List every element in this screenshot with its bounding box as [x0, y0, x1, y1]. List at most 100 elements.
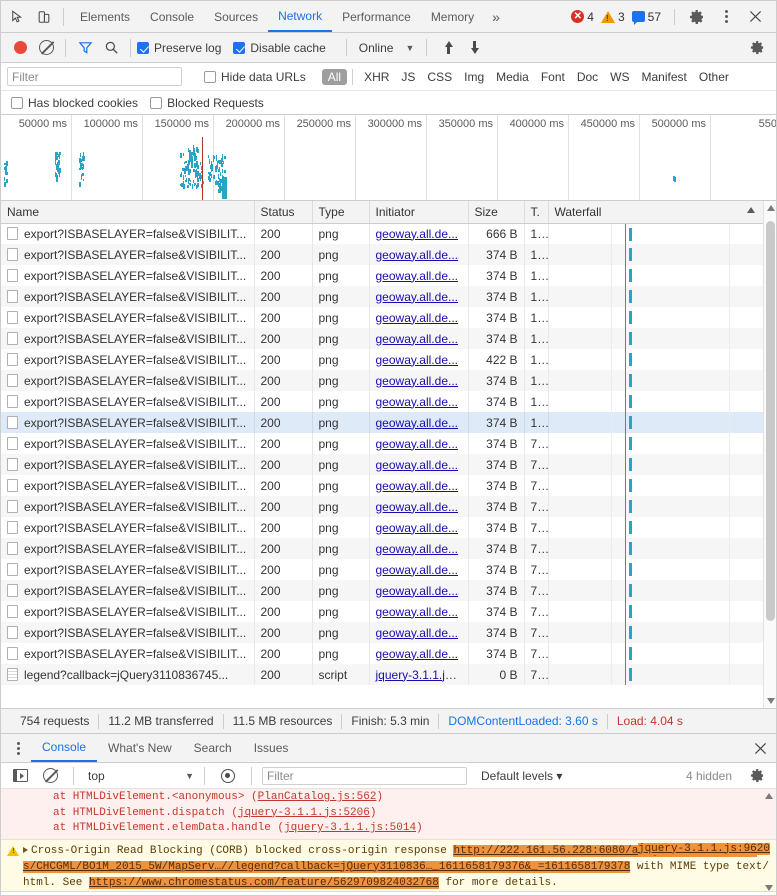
initiator-link[interactable]: geoway.all.de... [376, 248, 459, 262]
console-settings-gear-icon[interactable] [744, 763, 770, 789]
table-row[interactable]: export?ISBASELAYER=false&VISIBILIT...200… [1, 370, 776, 391]
table-row[interactable]: export?ISBASELAYER=false&VISIBILIT...200… [1, 559, 776, 580]
table-row[interactable]: export?ISBASELAYER=false&VISIBILIT...200… [1, 601, 776, 622]
network-overview-timeline[interactable]: 50000 ms100000 ms150000 ms200000 ms25000… [1, 115, 776, 201]
col-header-type[interactable]: Type [312, 201, 369, 223]
expand-arrow-icon[interactable] [23, 847, 28, 853]
table-row[interactable]: export?ISBASELAYER=false&VISIBILIT...200… [1, 433, 776, 454]
corb-chromestatus-link[interactable]: https://www.chromestatus.com/feature/562… [89, 877, 439, 889]
console-context-selector[interactable]: top ▼ [84, 769, 194, 783]
table-row[interactable]: export?ISBASELAYER=false&VISIBILIT...200… [1, 265, 776, 286]
table-row[interactable]: export?ISBASELAYER=false&VISIBILIT...200… [1, 622, 776, 643]
more-tabs-button[interactable]: » [484, 9, 508, 25]
clear-network-log-button[interactable] [33, 35, 59, 61]
initiator-link[interactable]: geoway.all.de... [376, 290, 459, 304]
initiator-link[interactable]: geoway.all.de... [376, 542, 459, 556]
table-row[interactable]: export?ISBASELAYER=false&VISIBILIT...200… [1, 391, 776, 412]
initiator-link[interactable]: geoway.all.de... [376, 563, 459, 577]
drawer-tab-issues[interactable]: Issues [243, 734, 300, 762]
tab-elements[interactable]: Elements [70, 1, 140, 32]
search-icon[interactable] [98, 35, 124, 61]
initiator-link[interactable]: geoway.all.de... [376, 500, 459, 514]
initiator-link[interactable]: geoway.all.de... [376, 437, 459, 451]
initiator-link[interactable]: geoway.all.de... [376, 353, 459, 367]
scroll-down-icon[interactable] [767, 698, 775, 704]
kebab-menu-icon[interactable] [713, 4, 739, 30]
import-har-icon[interactable] [435, 35, 461, 61]
table-row[interactable]: export?ISBASELAYER=false&VISIBILIT...200… [1, 244, 776, 265]
table-row[interactable]: export?ISBASELAYER=false&VISIBILIT...200… [1, 223, 776, 244]
tab-sources[interactable]: Sources [204, 1, 268, 32]
hide-data-urls-checkbox[interactable]: Hide data URLs [204, 70, 306, 84]
preserve-log-checkbox[interactable]: Preserve log [137, 41, 221, 55]
inspect-element-icon[interactable] [5, 4, 31, 30]
warning-counter[interactable]: 3 [601, 10, 625, 24]
type-filter-doc[interactable]: Doc [571, 69, 604, 85]
type-filter-manifest[interactable]: Manifest [636, 69, 693, 85]
type-filter-all[interactable]: All [322, 69, 347, 85]
disable-cache-checkbox[interactable]: Disable cache [233, 41, 325, 55]
table-row[interactable]: export?ISBASELAYER=false&VISIBILIT...200… [1, 286, 776, 307]
table-row[interactable]: export?ISBASELAYER=false&VISIBILIT...200… [1, 517, 776, 538]
source-link[interactable]: jquery-3.1.1.js:5206 [238, 807, 370, 819]
device-toolbar-icon[interactable] [31, 4, 57, 30]
initiator-link[interactable]: geoway.all.de... [376, 458, 459, 472]
filter-input[interactable] [7, 67, 182, 86]
table-row[interactable]: export?ISBASELAYER=false&VISIBILIT...200… [1, 643, 776, 664]
corb-source-link[interactable]: jquery-3.1.1.js:9620 [638, 843, 770, 855]
drawer-tab-whats-new[interactable]: What's New [97, 734, 183, 762]
type-filter-css[interactable]: CSS [421, 69, 458, 85]
initiator-link[interactable]: geoway.all.de... [376, 395, 459, 409]
initiator-link[interactable]: geoway.all.de... [376, 605, 459, 619]
initiator-link[interactable]: geoway.all.de... [376, 626, 459, 640]
table-row[interactable]: export?ISBASELAYER=false&VISIBILIT...200… [1, 454, 776, 475]
initiator-link[interactable]: geoway.all.de... [376, 584, 459, 598]
info-counter[interactable]: 57 [632, 10, 661, 24]
table-row[interactable]: export?ISBASELAYER=false&VISIBILIT...200… [1, 349, 776, 370]
source-link[interactable]: jquery-3.1.1.js:5014 [284, 822, 416, 834]
filter-funnel-icon[interactable] [72, 35, 98, 61]
export-har-icon[interactable] [461, 35, 487, 61]
console-scrollbar[interactable] [764, 789, 776, 895]
initiator-link[interactable]: geoway.all.de... [376, 647, 459, 661]
initiator-link[interactable]: geoway.all.de... [376, 416, 459, 430]
col-header-status[interactable]: Status [254, 201, 312, 223]
console-scroll-down-icon[interactable] [765, 885, 773, 891]
tab-memory[interactable]: Memory [421, 1, 484, 32]
table-row[interactable]: export?ISBASELAYER=false&VISIBILIT...200… [1, 412, 776, 433]
drawer-close-icon[interactable] [748, 736, 772, 760]
initiator-link[interactable]: geoway.all.de... [376, 311, 459, 325]
drawer-tab-console[interactable]: Console [31, 734, 97, 762]
initiator-link[interactable]: geoway.all.de... [376, 374, 459, 388]
live-expression-icon[interactable] [215, 763, 241, 789]
col-header-size[interactable]: Size [468, 201, 524, 223]
close-icon[interactable] [742, 4, 768, 30]
initiator-link[interactable]: geoway.all.de... [376, 332, 459, 346]
throttling-select[interactable]: Online ▼ [355, 41, 419, 55]
type-filter-img[interactable]: Img [458, 69, 490, 85]
type-filter-media[interactable]: Media [490, 69, 535, 85]
blocked-requests-checkbox[interactable]: Blocked Requests [150, 96, 264, 110]
console-scroll-up-icon[interactable] [765, 793, 773, 799]
drawer-menu-icon[interactable] [5, 735, 31, 761]
initiator-link[interactable]: geoway.all.de... [376, 227, 459, 241]
table-row[interactable]: legend?callback=jQuery3110836745...200sc… [1, 664, 776, 685]
network-settings-gear-icon[interactable] [744, 35, 770, 61]
drawer-tab-search[interactable]: Search [183, 734, 243, 762]
table-row[interactable]: export?ISBASELAYER=false&VISIBILIT...200… [1, 496, 776, 517]
tab-console[interactable]: Console [140, 1, 204, 32]
console-corb-warning[interactable]: Cross-Origin Read Blocking (CORB) blocke… [1, 840, 776, 892]
initiator-link[interactable]: geoway.all.de... [376, 479, 459, 493]
col-header-initiator[interactable]: Initiator [369, 201, 468, 223]
col-header-name[interactable]: Name [1, 201, 254, 223]
gear-icon[interactable] [684, 4, 710, 30]
error-counter[interactable]: ✕ 4 [571, 10, 594, 24]
table-row[interactable]: export?ISBASELAYER=false&VISIBILIT...200… [1, 307, 776, 328]
network-grid-scrollbar[interactable] [763, 201, 776, 708]
console-filter-input[interactable] [262, 767, 467, 785]
has-blocked-cookies-checkbox[interactable]: Has blocked cookies [11, 96, 138, 110]
clear-console-icon[interactable] [37, 763, 63, 789]
console-error-stack[interactable]: at HTMLDivElement.<anonymous> (PlanCatal… [1, 789, 776, 840]
table-row[interactable]: export?ISBASELAYER=false&VISIBILIT...200… [1, 475, 776, 496]
type-filter-js[interactable]: JS [395, 69, 421, 85]
